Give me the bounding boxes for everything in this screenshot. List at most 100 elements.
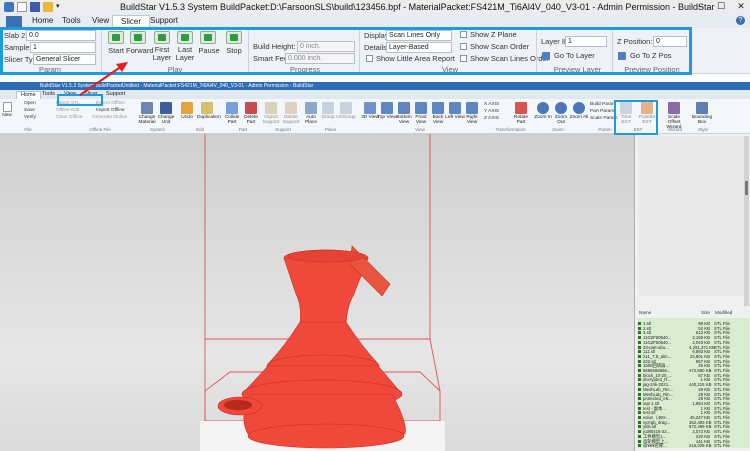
back-view-label: Back View [432, 115, 444, 125]
scrollbar[interactable] [744, 136, 749, 306]
title-bar: ▾ BuildStar V1.5.3 System BuildPacket:D:… [0, 0, 750, 14]
inner-new-label: New [2, 113, 12, 118]
close-icon[interactable]: ✕ [735, 1, 747, 12]
left-view-icon [449, 102, 461, 114]
inner-tab-bar: Home Tools View Slicer Support [0, 90, 750, 99]
file-name-header[interactable]: Name [639, 310, 651, 315]
inner-save[interactable]: Save [24, 108, 35, 113]
inner-open[interactable]: Open [24, 101, 36, 106]
group-edit: Edit [196, 127, 204, 132]
y-axis-radio[interactable]: Y AXIS [484, 109, 499, 114]
inner-tab-tools[interactable]: Tools [38, 91, 59, 99]
import-support-button[interactable]: Import Support [261, 102, 281, 125]
import-support-icon [265, 102, 277, 114]
undo-button[interactable]: Undo [177, 102, 197, 120]
duplication-button[interactable]: Duplication [197, 102, 221, 120]
scale-offset-wizard-button[interactable]: Scale Offset Wizard [662, 102, 686, 130]
delete-support-label: Delete Support [282, 115, 300, 125]
inner-tab-highlight-box [57, 94, 103, 106]
group-place: Place [324, 127, 337, 132]
auto-place-icon [305, 102, 317, 114]
part-param-button[interactable]: Part Param [590, 109, 614, 114]
rotate-part-button[interactable]: Rotate Part [511, 102, 531, 125]
new-file-icon[interactable] [17, 2, 27, 12]
group-button[interactable]: Group [318, 102, 338, 120]
scroll-thumb[interactable] [745, 181, 748, 195]
collide-part-button[interactable]: Collide Part [222, 102, 242, 125]
right-view-label: Right View [466, 115, 478, 125]
zoom-in-label: Zoom In [534, 115, 552, 120]
zoom-in-button[interactable]: Zoom In [533, 102, 553, 120]
change-unit-button[interactable]: Change Unit [156, 102, 176, 125]
bounding-box-icon [696, 102, 708, 114]
inner-tab-home[interactable]: Home [16, 91, 41, 99]
group-support: Support [275, 127, 291, 132]
top-view-icon [381, 102, 393, 114]
file-row[interactable]: @¥¥¥名称... 216,025 KB STL File [637, 442, 749, 449]
window-title: BuildStar V1.5.3 System BuildPacket:D:\F… [120, 2, 715, 12]
group-style: Style [697, 127, 708, 132]
inner-clear-offline[interactable]: Clear Offline [56, 115, 83, 120]
quick-access-toolbar: ▾ [4, 2, 62, 12]
menu-button[interactable] [6, 16, 22, 27]
zoom-out-icon [555, 102, 567, 114]
bottom-view-icon [398, 102, 410, 114]
file-modified-header[interactable]: Modified [715, 310, 732, 315]
inner-generate-online[interactable]: Generate Online [92, 115, 127, 120]
inner-window-title: BuildStar V1.5.3 System BuildPacketUntit… [40, 83, 314, 89]
delete-part-button[interactable]: Delete Part [241, 102, 261, 125]
zoom-all-icon [573, 102, 585, 114]
3d-view-icon [364, 102, 376, 114]
new-file-icon [2, 102, 12, 112]
ribbon-highlight-box [0, 27, 692, 75]
duplication-icon [201, 102, 213, 114]
3d-viewport[interactable] [0, 134, 634, 451]
file-list: 1.stl 99 KB STL File 2.stl 52 KB STL File 3.st… [637, 318, 749, 448]
inner-new-button[interactable]: New [1, 102, 13, 118]
change-unit-label: Change Unit [157, 115, 175, 125]
change-material-label: Change Material [138, 115, 156, 125]
dropdown-icon[interactable]: ▾ [56, 2, 62, 12]
import-support-label: Import Support [262, 115, 280, 125]
bounding-box-button[interactable]: Bounding Box [690, 102, 714, 125]
preview-pane [639, 136, 747, 296]
open-folder-icon[interactable] [43, 2, 53, 12]
auto-place-label: Auto Place [305, 115, 317, 125]
delete-support-icon [285, 102, 297, 114]
group-view: View [415, 127, 425, 132]
bottom-view-label: Bottom View [396, 115, 412, 125]
file-size-header[interactable]: Size [701, 310, 710, 315]
zoom-out-label: Zoom Out [554, 115, 568, 125]
ungroup-button[interactable]: UnGroup [336, 102, 356, 120]
inner-tab-support[interactable]: Support [102, 91, 129, 99]
change-material-button[interactable]: Change Material [137, 102, 157, 125]
delete-support-button[interactable]: Delete Support [281, 102, 301, 125]
right-view-button[interactable]: Right View [462, 102, 482, 125]
zoom-all-button[interactable]: Zoom All [569, 102, 589, 120]
collide-part-label: Collide Part [224, 115, 240, 125]
build-param-button[interactable]: Build Param [590, 102, 616, 107]
scene-svg [200, 134, 445, 451]
maximize-icon[interactable]: ☐ [715, 1, 727, 12]
undo-icon [181, 102, 193, 114]
minimize-icon[interactable]: – [695, 1, 707, 12]
collide-part-icon [226, 102, 238, 114]
ungroup-label: UnGroup [336, 115, 356, 120]
right-view-icon [466, 102, 478, 114]
delete-part-label: Delete Part [244, 115, 258, 125]
group-file: File [24, 127, 32, 132]
inner-offline-edit[interactable]: Offline Edit [56, 108, 79, 113]
save-icon[interactable] [30, 2, 40, 12]
x-axis-radio[interactable]: X AXIS [484, 102, 499, 107]
zoom-out-button[interactable]: Zoom Out [551, 102, 571, 125]
help-icon[interactable]: ? [736, 16, 745, 25]
z-axis-radio[interactable]: Z AXIS [484, 116, 499, 121]
front-view-icon [415, 102, 427, 114]
bounding-box-label: Bounding Box [691, 115, 713, 125]
undo-label: Undo [181, 115, 193, 120]
group-transformation: Transformation [495, 127, 526, 132]
group-part: Part [238, 127, 248, 132]
inner-import-offline[interactable]: Import Offline [96, 108, 125, 113]
inner-verify[interactable]: Verify [24, 115, 36, 120]
file-type: STL File [714, 443, 730, 449]
